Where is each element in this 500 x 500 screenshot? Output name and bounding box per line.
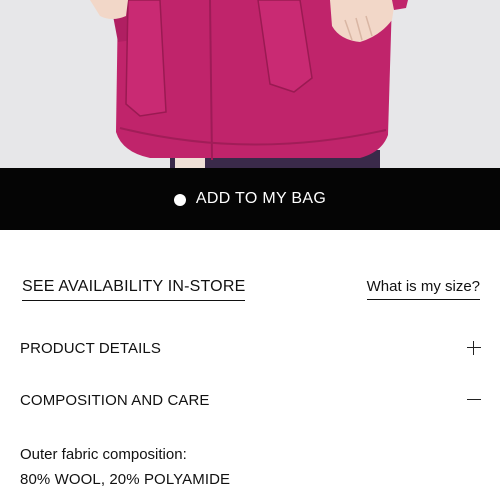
minus-icon: [466, 392, 482, 408]
add-to-bag-button[interactable]: ADD TO MY BAG: [0, 168, 500, 230]
composition-care-accordion[interactable]: COMPOSITION AND CARE: [20, 385, 482, 415]
product-details-title: PRODUCT DETAILS: [20, 339, 161, 357]
add-to-bag-label: ADD TO MY BAG: [195, 190, 327, 207]
plus-icon: [466, 340, 482, 356]
size-guide-link[interactable]: What is my size?: [366, 278, 480, 300]
composition-value: 80% WOOL, 20% POLYAMIDE: [20, 471, 231, 488]
composition-label: Outer fabric composition:: [20, 446, 187, 463]
composition-care-title: COMPOSITION AND CARE: [20, 391, 210, 409]
product-image: [0, 0, 500, 168]
product-details-accordion[interactable]: PRODUCT DETAILS: [20, 333, 482, 363]
see-availability-link[interactable]: SEE AVAILABILITY IN-STORE: [22, 278, 246, 301]
coat-illustration: [0, 0, 500, 168]
dot-icon: [173, 193, 186, 206]
links-row: SEE AVAILABILITY IN-STORE What is my siz…: [0, 278, 500, 304]
